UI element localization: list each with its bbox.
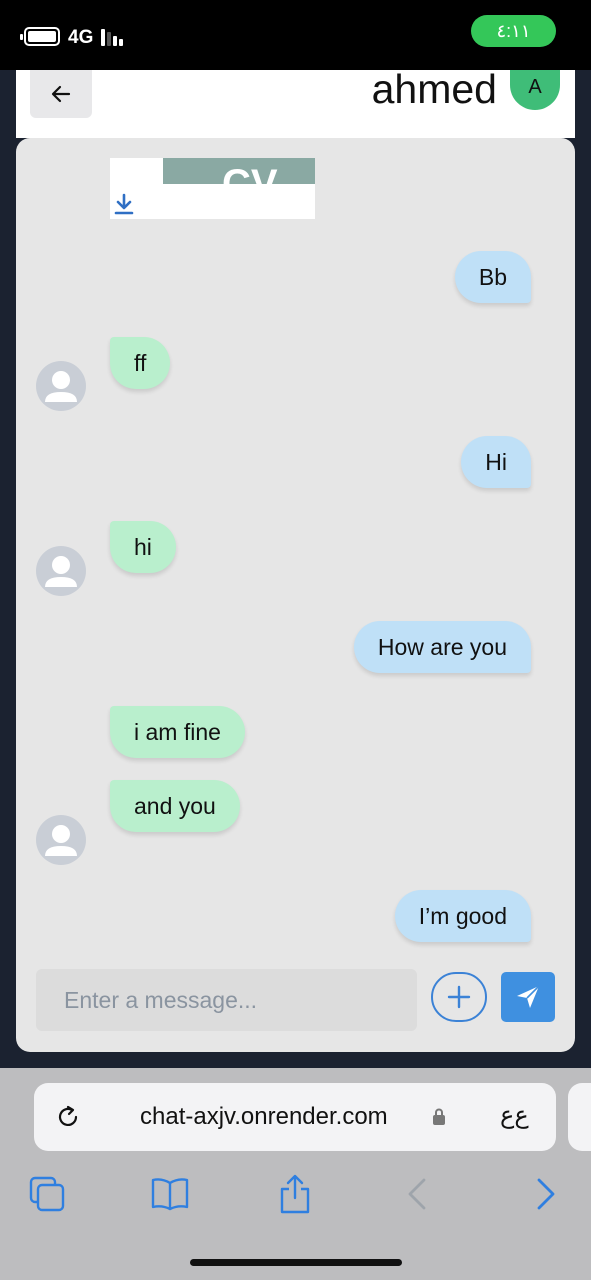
- battery-icon: [20, 27, 60, 46]
- message-bubble-incoming: ff: [110, 337, 171, 389]
- message-bubble-outgoing: How are you: [353, 621, 531, 673]
- attachment-thumbnail: CV: [160, 158, 315, 184]
- message-bubble-outgoing: I’m good: [394, 890, 531, 942]
- url-text: chat-axjv.onrender.com: [140, 1103, 388, 1130]
- user-avatar: [36, 361, 86, 411]
- message-list[interactable]: CV Bb ff Hi hi How are you i am fine and…: [16, 138, 575, 950]
- back-arrow-icon[interactable]: [398, 1174, 438, 1214]
- plus-icon: [447, 985, 471, 1009]
- address-bar[interactable]: chat-axjv.onrender.com ع‌ع: [34, 1083, 556, 1151]
- back-button[interactable]: [30, 70, 92, 118]
- forward-arrow-icon[interactable]: [525, 1174, 565, 1214]
- reload-icon[interactable]: [54, 1103, 82, 1131]
- chat-window: ahmed A CV Bb ff Hi hi How are you i am …: [16, 66, 575, 1052]
- share-icon[interactable]: [275, 1174, 315, 1214]
- send-button[interactable]: [501, 972, 555, 1022]
- message-bubble-incoming: and you: [110, 780, 240, 832]
- lock-icon: [433, 1108, 445, 1125]
- contact-avatar: A: [510, 70, 560, 110]
- tabs-icon[interactable]: [27, 1174, 67, 1214]
- message-input[interactable]: [36, 969, 417, 1031]
- user-avatar: [36, 546, 86, 596]
- status-bar: 4G ٤:١١: [0, 0, 591, 70]
- browser-chrome: chat-axjv.onrender.com ع‌ع: [0, 1068, 591, 1280]
- bookmarks-icon[interactable]: [150, 1174, 190, 1214]
- home-indicator: [190, 1259, 402, 1266]
- signal-icon: [101, 28, 129, 46]
- message-bubble-outgoing: Hi: [461, 436, 531, 488]
- attach-button[interactable]: [431, 972, 487, 1022]
- chat-title: ahmed: [371, 66, 497, 112]
- chat-header: ahmed A: [16, 66, 575, 138]
- message-bubble-incoming: i am fine: [110, 706, 245, 758]
- user-avatar: [36, 815, 86, 865]
- next-tab-preview[interactable]: [568, 1083, 591, 1151]
- chat-body: CV Bb ff Hi hi How are you i am fine and…: [16, 138, 575, 1052]
- text-size-button[interactable]: ع‌ع: [500, 1101, 529, 1130]
- file-attachment[interactable]: CV: [110, 158, 315, 219]
- message-bubble-outgoing: Bb: [454, 251, 531, 303]
- network-type: 4G: [68, 27, 94, 48]
- status-time: ٤:١١: [471, 15, 556, 47]
- arrow-left-icon: [51, 85, 71, 103]
- message-bubble-incoming: hi: [110, 521, 176, 573]
- download-icon[interactable]: [112, 192, 136, 216]
- paper-plane-icon: [517, 985, 540, 1008]
